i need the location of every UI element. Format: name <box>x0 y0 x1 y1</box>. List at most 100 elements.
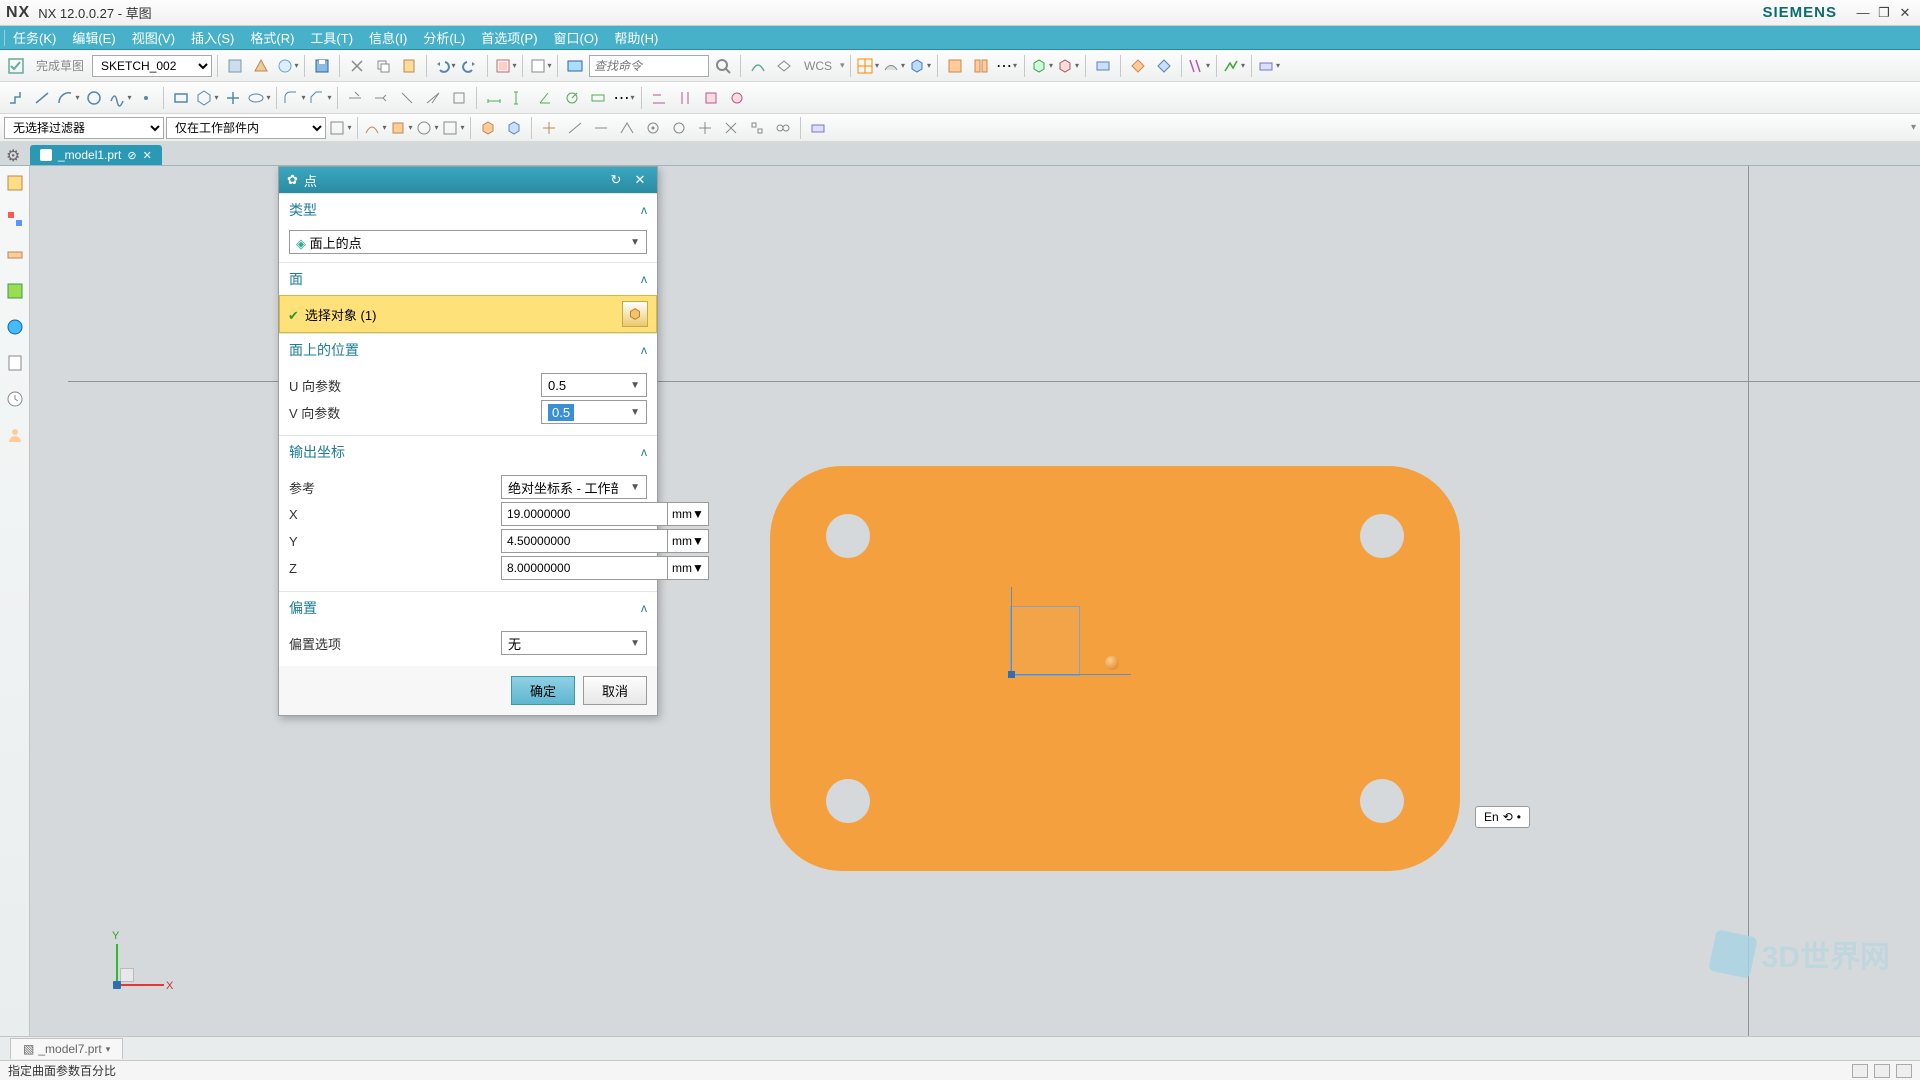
menu-info[interactable]: 信息(I) <box>361 26 415 49</box>
view-triad[interactable]: Y X <box>100 936 170 996</box>
z-input[interactable]: mm▼ <box>501 556 647 580</box>
layer-icon[interactable] <box>493 54 517 78</box>
tool-icon[interactable] <box>502 116 526 140</box>
section-face-header[interactable]: 面ʌ <box>279 263 657 295</box>
tool-icon[interactable] <box>586 86 610 110</box>
file-tab-active[interactable]: _model1.prt ⊘ ✕ <box>30 145 162 165</box>
offset-combo[interactable]: 无▼ <box>501 631 647 655</box>
snap-icon[interactable] <box>589 116 613 140</box>
point-icon[interactable] <box>134 86 158 110</box>
command-search-input[interactable] <box>589 55 709 77</box>
reuse-icon[interactable] <box>4 280 26 302</box>
tool-icon[interactable] <box>1091 54 1115 78</box>
rectangle-icon[interactable] <box>169 86 193 110</box>
cancel-button[interactable]: 取消 <box>583 676 647 705</box>
save-icon[interactable] <box>310 54 334 78</box>
menu-prefs[interactable]: 首选项(P) <box>473 26 545 49</box>
pin-icon[interactable]: ⊘ <box>127 149 136 162</box>
model-face[interactable] <box>770 466 1460 871</box>
graphics-viewport[interactable]: Y X En⟲• 3D世界网 ✿ 点 ↻ ✕ 类型ʌ ◈ 面上的点▼ <box>30 166 1920 1036</box>
sketch-csys[interactable] <box>1010 606 1080 676</box>
finish-sketch-icon[interactable] <box>4 54 28 78</box>
ime-indicator[interactable]: En⟲• <box>1475 806 1530 828</box>
tool-icon[interactable] <box>1030 54 1054 78</box>
tool-icon[interactable] <box>223 54 247 78</box>
tool-icon[interactable] <box>1056 54 1080 78</box>
u-param-input[interactable]: 0.5▼ <box>541 373 647 397</box>
tool-icon[interactable]: ⋯ <box>995 54 1019 78</box>
sketch-name-select[interactable]: SKETCH_002 <box>92 55 212 77</box>
reset-icon[interactable]: ↻ <box>607 171 625 189</box>
dialog-titlebar[interactable]: ✿ 点 ↻ ✕ <box>279 167 657 193</box>
part-navigator-icon[interactable] <box>4 172 26 194</box>
x-input[interactable]: mm▼ <box>501 502 647 526</box>
gear-icon[interactable]: ✿ <box>287 172 298 188</box>
snap-icon[interactable] <box>641 116 665 140</box>
snap-icon[interactable] <box>563 116 587 140</box>
tool-icon[interactable] <box>389 116 413 140</box>
section-type-header[interactable]: 类型ʌ <box>279 194 657 226</box>
history-icon[interactable] <box>4 352 26 374</box>
roles-icon[interactable] <box>4 424 26 446</box>
paste-icon[interactable] <box>397 54 421 78</box>
restore-button[interactable]: ❐ <box>1875 5 1893 21</box>
y-input[interactable]: mm▼ <box>501 529 647 553</box>
status-icon[interactable] <box>1896 1064 1912 1078</box>
ellipse-icon[interactable] <box>247 86 271 110</box>
ok-button[interactable]: 确定 <box>511 676 575 705</box>
tool-icon[interactable] <box>806 116 830 140</box>
tool-icon[interactable] <box>1187 54 1211 78</box>
tool-icon[interactable] <box>943 54 967 78</box>
assembly-icon[interactable] <box>4 208 26 230</box>
selection-scope-select[interactable]: 仅在工作部件内 <box>166 117 326 139</box>
menu-tools[interactable]: 工具(T) <box>302 26 361 49</box>
tool-icon[interactable] <box>882 54 906 78</box>
snap-icon[interactable] <box>745 116 769 140</box>
redo-icon[interactable] <box>458 54 482 78</box>
point-preview[interactable] <box>1105 656 1119 670</box>
command-finder-icon[interactable] <box>563 54 587 78</box>
tool-icon[interactable] <box>1152 54 1176 78</box>
search-go-icon[interactable] <box>711 54 735 78</box>
tool-icon[interactable] <box>1126 54 1150 78</box>
tool-icon[interactable] <box>447 86 471 110</box>
dimension-icon[interactable] <box>560 86 584 110</box>
spline-icon[interactable] <box>108 86 132 110</box>
menu-analysis[interactable]: 分析(L) <box>415 26 473 49</box>
menu-task[interactable]: 任务(K) <box>5 26 64 49</box>
section-output-header[interactable]: 输出坐标ʌ <box>279 436 657 468</box>
dialog-close-icon[interactable]: ✕ <box>631 171 649 189</box>
snap-icon[interactable] <box>693 116 717 140</box>
color-icon[interactable] <box>528 54 552 78</box>
tool-icon[interactable] <box>328 116 352 140</box>
minimize-button[interactable]: — <box>1854 5 1872 21</box>
grid-icon[interactable] <box>856 54 880 78</box>
tool-icon[interactable] <box>275 54 299 78</box>
reference-combo[interactable]: 绝对坐标系 - 工作部▼ <box>501 475 647 499</box>
menu-window[interactable]: 窗口(O) <box>546 26 607 49</box>
status-icon[interactable] <box>1852 1064 1868 1078</box>
dimension-icon[interactable] <box>482 86 506 110</box>
chamfer-icon[interactable] <box>308 86 332 110</box>
section-offset-header[interactable]: 偏置ʌ <box>279 592 657 624</box>
snap-icon[interactable] <box>537 116 561 140</box>
tool-icon[interactable] <box>772 54 796 78</box>
face-select-icon[interactable] <box>622 301 648 327</box>
clock-icon[interactable] <box>4 388 26 410</box>
circle-icon[interactable] <box>82 86 106 110</box>
menu-help[interactable]: 帮助(H) <box>606 26 666 49</box>
fillet-icon[interactable] <box>282 86 306 110</box>
tool-icon[interactable] <box>725 86 749 110</box>
undo-icon[interactable] <box>432 54 456 78</box>
tool-icon[interactable] <box>1257 54 1281 78</box>
section-location-header[interactable]: 面上的位置ʌ <box>279 334 657 366</box>
tool-icon[interactable] <box>421 86 445 110</box>
tool-icon[interactable] <box>441 116 465 140</box>
cut-icon[interactable] <box>345 54 369 78</box>
tool-icon[interactable]: ⋯ <box>612 86 636 110</box>
tool-icon[interactable] <box>363 116 387 140</box>
menu-format[interactable]: 格式(R) <box>242 26 302 49</box>
trim-icon[interactable] <box>343 86 367 110</box>
block-icon[interactable] <box>908 54 932 78</box>
tool-icon[interactable] <box>395 86 419 110</box>
